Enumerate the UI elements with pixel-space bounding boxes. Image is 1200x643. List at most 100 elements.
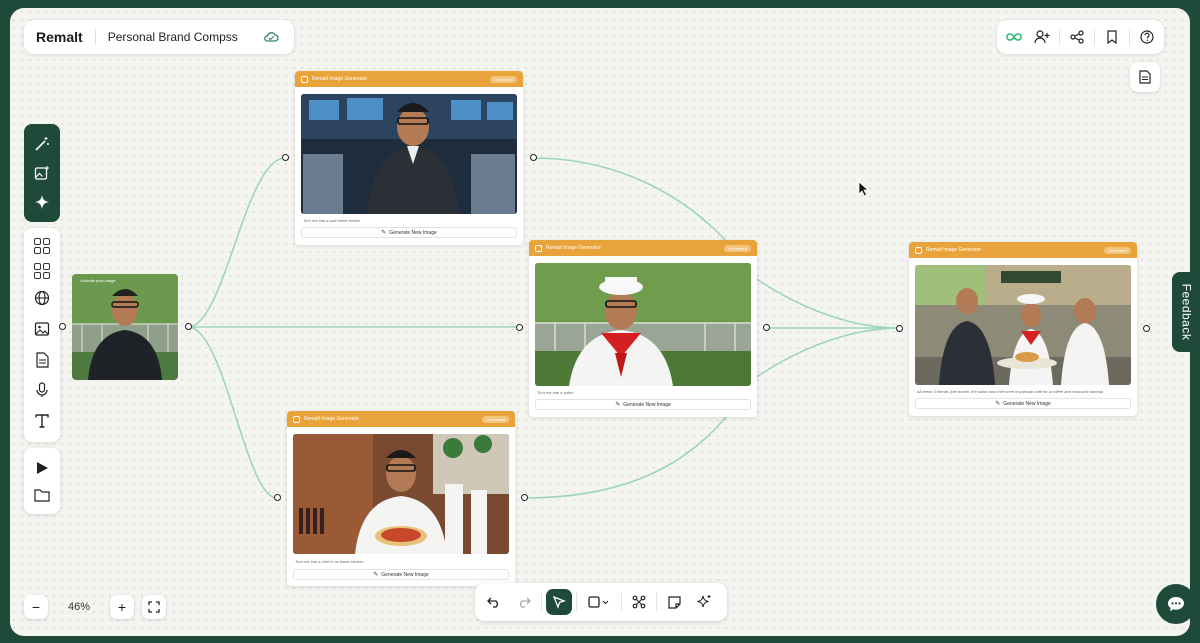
fullscreen-icon xyxy=(148,601,160,613)
bookmark-icon[interactable] xyxy=(1101,26,1123,48)
generator-icon xyxy=(301,75,308,83)
bottom-toolbar xyxy=(475,583,727,621)
globe-icon[interactable] xyxy=(31,287,53,309)
generated-image[interactable] xyxy=(301,94,517,214)
pointer-icon xyxy=(552,595,566,609)
magic-wand-icon: ✎ xyxy=(381,230,387,236)
chat-button[interactable] xyxy=(1156,584,1196,624)
card-header: Remalt Image Generator Generated xyxy=(287,411,515,427)
divider xyxy=(1129,29,1130,45)
card-header: Remalt Image Generator Generated xyxy=(295,71,523,87)
zoom-in-button[interactable]: + xyxy=(110,595,134,619)
image-generator-card[interactable]: Remalt Image Generator Generated All the… xyxy=(909,242,1137,416)
divider xyxy=(656,593,657,611)
generate-button[interactable]: ✎ Generate New Image xyxy=(915,398,1131,409)
notes-button[interactable] xyxy=(1130,62,1160,92)
folder-icon[interactable] xyxy=(31,484,53,506)
redo-button[interactable] xyxy=(511,589,537,615)
generator-icon xyxy=(915,246,922,254)
help-icon[interactable] xyxy=(1136,26,1158,48)
connect-tool-button[interactable] xyxy=(626,589,652,615)
share-icon[interactable] xyxy=(1066,26,1088,48)
image-icon[interactable] xyxy=(31,318,53,340)
generate-button-label: Generate New Image xyxy=(623,401,671,408)
status-badge: Generated xyxy=(1104,246,1131,254)
magic-wand-icon: ✎ xyxy=(995,401,1001,407)
chat-icon xyxy=(1168,597,1184,611)
play-icon[interactable] xyxy=(31,457,53,479)
brand-logo[interactable]: Remalt xyxy=(36,29,83,45)
connector-node[interactable] xyxy=(274,494,281,501)
prompt-caption: Turn me into a chef in an Itaian kitchen xyxy=(295,559,364,564)
zoom-out-button[interactable]: − xyxy=(24,595,48,619)
shape-tool-button[interactable] xyxy=(581,589,617,615)
redo-icon xyxy=(520,597,531,608)
generated-image[interactable] xyxy=(293,434,509,554)
connector-node[interactable] xyxy=(763,324,770,331)
status-badge: Generated xyxy=(724,244,751,252)
divider xyxy=(1094,29,1095,45)
feedback-tab[interactable]: Feedback xyxy=(1172,272,1200,352)
connector-node[interactable] xyxy=(516,324,523,331)
project-name[interactable]: Personal Brand Compss xyxy=(108,30,248,44)
ai-tools xyxy=(24,124,60,222)
card-title: Remalt Image Generator xyxy=(926,247,982,253)
card-title: Remalt Image Generator xyxy=(546,245,602,251)
undo-icon xyxy=(487,597,498,608)
source-photo[interactable]: Linkedin post image xyxy=(72,274,178,380)
media-tools xyxy=(24,448,60,514)
apps-grid-icon[interactable] xyxy=(34,238,50,255)
document-icon xyxy=(1139,70,1151,84)
card-title: Remalt Image Generator xyxy=(304,416,360,422)
generate-button-label: Generate New Image xyxy=(381,571,429,578)
square-icon xyxy=(588,596,609,608)
text-icon[interactable] xyxy=(31,410,53,432)
image-ai-icon[interactable] xyxy=(31,162,53,184)
prompt-caption: All these 3 friends (the broker, the sai… xyxy=(917,389,1104,394)
generate-button[interactable]: ✎ Generate New Image xyxy=(293,569,509,580)
connector-node[interactable] xyxy=(521,494,528,501)
microphone-icon[interactable] xyxy=(31,379,53,401)
connector-node[interactable] xyxy=(1143,325,1150,332)
fit-screen-button[interactable] xyxy=(142,595,166,619)
magic-wand-icon: ✎ xyxy=(373,572,379,578)
image-generator-card[interactable]: Remalt Image Generator Generated Turn me… xyxy=(529,240,757,417)
document-icon[interactable] xyxy=(31,349,53,371)
ai-sparkle-button[interactable] xyxy=(691,589,717,615)
integrations-icon[interactable] xyxy=(34,262,50,279)
add-user-icon[interactable] xyxy=(1031,26,1053,48)
connector-node[interactable] xyxy=(185,323,192,330)
magic-wand-icon[interactable] xyxy=(31,133,53,155)
canvas[interactable]: Remalt Personal Brand Compss Linkedin po… xyxy=(10,8,1190,636)
connector-node[interactable] xyxy=(59,323,66,330)
note-icon xyxy=(667,595,681,609)
generated-image[interactable] xyxy=(535,263,751,386)
generate-button[interactable]: ✎ Generate New Image xyxy=(535,399,751,410)
sticky-note-button[interactable] xyxy=(661,589,687,615)
connector-node[interactable] xyxy=(530,154,537,161)
image-generator-card[interactable]: Remalt Image Generator Generated Turn me… xyxy=(287,411,515,586)
image-generator-card[interactable]: Remalt Image Generator Generated Turn me… xyxy=(295,71,523,245)
card-title: Remalt Image Generator xyxy=(312,76,368,82)
undo-button[interactable] xyxy=(481,589,507,615)
select-tool-button[interactable] xyxy=(546,589,572,615)
sparkle-icon[interactable] xyxy=(31,191,53,213)
generate-button-label: Generate New Image xyxy=(1003,400,1051,407)
sparkles-icon xyxy=(697,595,711,608)
prompt-caption: Turn me into a wall street broker xyxy=(303,218,361,223)
card-header: Remalt Image Generator Generated xyxy=(909,242,1137,258)
status-badge: Generated xyxy=(482,415,509,423)
connector-node[interactable] xyxy=(282,154,289,161)
cloud-sync-icon[interactable] xyxy=(260,26,282,48)
generator-icon xyxy=(535,244,542,252)
generated-image[interactable] xyxy=(915,265,1131,385)
source-photo-label: Linkedin post image xyxy=(80,278,116,283)
card-header: Remalt Image Generator Generated xyxy=(529,240,757,256)
prompt-caption: Turn me into a sailor xyxy=(537,390,574,395)
insert-tools xyxy=(24,228,60,442)
infinity-icon[interactable] xyxy=(1003,26,1025,48)
connector-node[interactable] xyxy=(896,325,903,332)
divider xyxy=(576,593,577,611)
generator-icon xyxy=(293,415,300,423)
generate-button[interactable]: ✎ Generate New Image xyxy=(301,227,517,238)
